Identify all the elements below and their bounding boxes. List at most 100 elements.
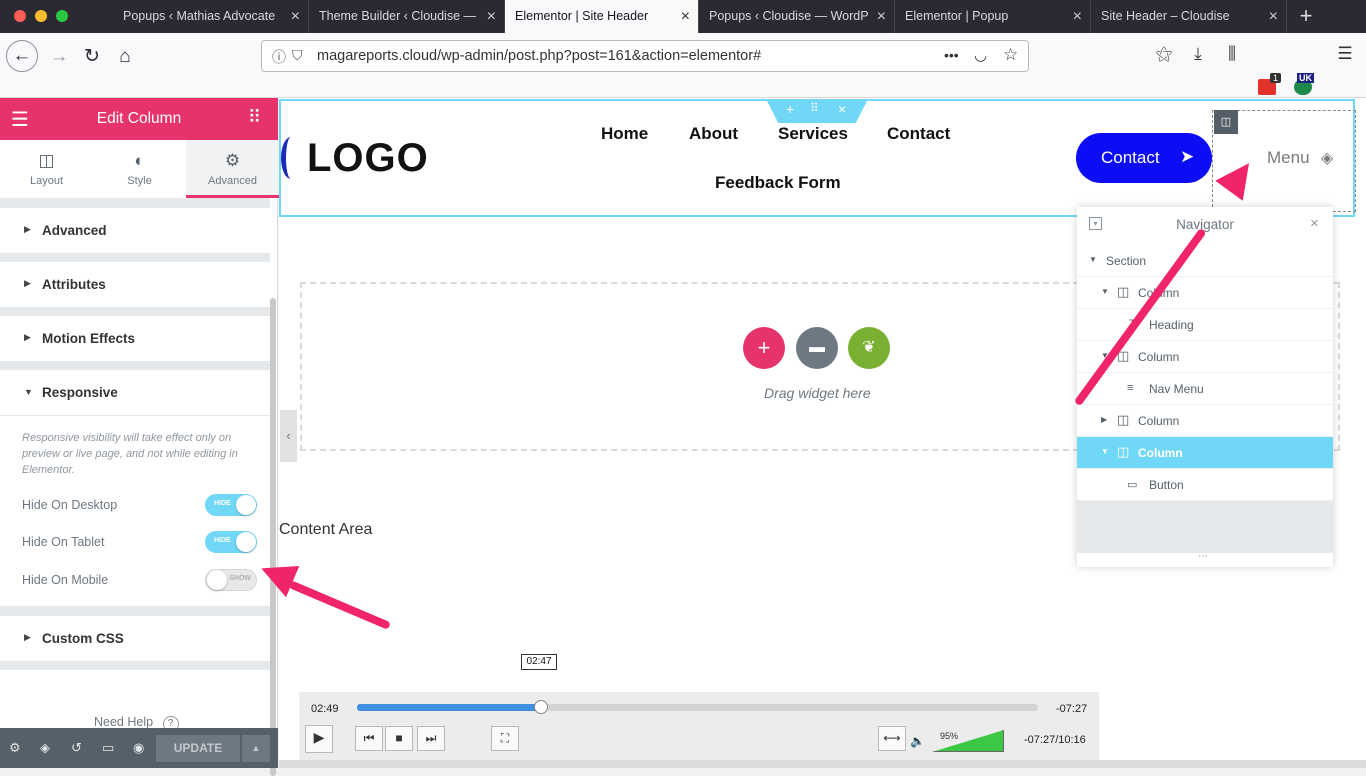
seek-tooltip: 02:47 <box>521 654 557 670</box>
section-motion-effects[interactable]: ▶ Motion Effects <box>0 316 270 362</box>
update-button[interactable]: UPDATE <box>156 735 240 762</box>
url-bar[interactable]: ⓘ ⛉ magareports.cloud/wp-admin/post.php?… <box>261 40 1029 72</box>
browser-tab-active[interactable]: Elementor | Site Header × <box>505 0 699 33</box>
column-icon: ◫ <box>1117 412 1130 427</box>
navigator-item-column[interactable]: ▶ ◫ Column <box>1077 405 1333 437</box>
minimize-window-icon[interactable] <box>35 10 47 22</box>
nav-link-services[interactable]: Services <box>778 124 848 144</box>
back-arrow-icon[interactable]: ← <box>6 40 38 72</box>
maximize-window-icon[interactable] <box>56 10 68 22</box>
reading-list-icon[interactable]: ⚝ <box>1152 44 1176 64</box>
envato-leaf-icon[interactable]: ❦ <box>848 327 890 369</box>
volume-icon[interactable]: 🔈 <box>910 734 925 748</box>
nav-link-about[interactable]: About <box>689 124 738 144</box>
skip-forward-icon[interactable]: ⏭ <box>417 726 445 751</box>
menu-toggle-label[interactable]: Menu <box>1267 148 1310 168</box>
seek-bar-knob[interactable] <box>534 700 548 714</box>
close-icon[interactable]: × <box>877 0 886 33</box>
library-icon[interactable]: ⫼ <box>1220 44 1244 64</box>
section-responsive[interactable]: ▼ Responsive <box>0 370 270 416</box>
settings-gear-icon[interactable]: ⚙ <box>9 740 21 756</box>
navigator-item-nav-menu[interactable]: ≡ Nav Menu <box>1077 373 1333 405</box>
navigator-item-column[interactable]: ▼ ◫ Column <box>1077 277 1333 309</box>
close-icon[interactable]: × <box>1073 0 1082 33</box>
panel-title: Edit Column <box>96 110 182 127</box>
layers-icon[interactable]: ◈ <box>1321 148 1333 168</box>
column-handle-icon[interactable]: ◫ <box>1214 110 1238 134</box>
play-icon[interactable]: ▶ <box>305 725 333 753</box>
browser-tab[interactable]: Theme Builder ‹ Cloudise — × <box>309 0 505 33</box>
contact-button[interactable]: Contact ➤ <box>1076 133 1212 183</box>
resize-handle-icon[interactable]: ⋯ <box>1198 551 1208 562</box>
horizontal-scrollbar[interactable] <box>279 760 1366 768</box>
nav-link-contact[interactable]: Contact <box>887 124 950 144</box>
fit-width-icon[interactable]: ⟷ <box>878 726 906 751</box>
section-handle[interactable]: + ⠿ × <box>766 99 868 123</box>
caret-right-icon: ▶ <box>1101 415 1108 424</box>
navigator-panel: ▾ Navigator × ▼ Section ▼ ◫ Column T Hea… <box>1077 207 1333 567</box>
hide-desktop-switch[interactable]: HIDE <box>205 494 257 516</box>
close-window-icon[interactable] <box>14 10 26 22</box>
browser-tab[interactable]: Site Header – Cloudise × <box>1091 0 1287 33</box>
reload-icon[interactable]: ↻ <box>77 42 107 72</box>
shield-icon[interactable]: ⛉ <box>292 47 303 64</box>
toggle-label: Hide On Mobile <box>22 573 109 587</box>
drag-handle-icon[interactable]: ⠿ <box>810 101 819 115</box>
caret-right-icon: ▶ <box>24 632 31 642</box>
info-icon[interactable]: ⓘ <box>272 47 286 67</box>
divider <box>0 606 270 616</box>
add-section-icon[interactable]: + <box>786 101 794 117</box>
elementor-panel: ☰ Edit Column ⠿ ◫ Layout ◐ Style ⚙ Advan… <box>0 98 279 776</box>
new-tab-icon[interactable]: + <box>1292 0 1320 33</box>
preview-eye-icon[interactable]: ◉ <box>133 740 144 756</box>
navigator-item-button[interactable]: ▭ Button <box>1077 469 1333 501</box>
nav-link-home[interactable]: Home <box>601 124 648 144</box>
stop-icon[interactable]: ■ <box>385 726 413 751</box>
button-icon: ▭ <box>1127 479 1138 491</box>
hide-mobile-switch[interactable]: SHOW <box>205 569 257 591</box>
tab-layout[interactable]: ◫ Layout <box>0 140 93 198</box>
update-options-caret-icon[interactable]: ▲ <box>242 735 270 762</box>
url-text[interactable]: magareports.cloud/wp-admin/post.php?post… <box>317 48 761 64</box>
navigator-item-column-selected[interactable]: ▼ ◫ Column <box>1077 437 1333 469</box>
download-icon[interactable]: ⤓ <box>1186 44 1210 64</box>
collapse-panel-chevron-icon[interactable]: ‹ <box>280 410 297 462</box>
close-icon[interactable]: × <box>487 0 496 33</box>
close-icon[interactable]: × <box>291 0 300 33</box>
bookmark-star-icon[interactable]: ☆ <box>1003 45 1018 65</box>
section-attributes[interactable]: ▶ Attributes <box>0 262 270 308</box>
history-icon[interactable]: ↺ <box>71 740 82 756</box>
hamburger-menu-icon[interactable]: ☰ <box>1333 44 1357 64</box>
section-advanced[interactable]: ▶ Advanced <box>0 208 270 254</box>
panel-scrollbar[interactable] <box>270 298 276 776</box>
nav-link-feedback-form[interactable]: Feedback Form <box>715 173 841 193</box>
close-icon[interactable]: × <box>681 0 690 33</box>
tab-label: Theme Builder ‹ Cloudise — <box>319 9 477 23</box>
fullscreen-icon[interactable]: ⛶ <box>491 726 519 751</box>
home-icon[interactable]: ⌂ <box>110 42 140 72</box>
section-custom-css[interactable]: ▶ Custom CSS <box>0 616 270 662</box>
close-icon[interactable]: × <box>1269 0 1278 33</box>
tab-advanced[interactable]: ⚙ Advanced <box>186 140 279 198</box>
extension-badge: UK <box>1297 73 1314 83</box>
browser-tab[interactable]: Popups ‹ Mathias Advocate × <box>113 0 309 33</box>
pocket-icon[interactable]: ◡ <box>974 46 987 64</box>
responsive-desktop-icon[interactable]: ▭ <box>102 740 114 756</box>
page-actions-icon[interactable]: ••• <box>944 47 959 63</box>
forward-arrow-icon[interactable]: → <box>44 42 74 72</box>
skip-back-icon[interactable]: ⏮ <box>355 726 383 751</box>
navigator-item-heading[interactable]: T Heading <box>1077 309 1333 341</box>
layers-icon[interactable]: ◈ <box>40 740 50 756</box>
add-template-folder-icon[interactable]: ▬ <box>796 327 838 369</box>
section-label: Custom CSS <box>42 631 124 646</box>
close-icon[interactable]: × <box>1310 215 1319 232</box>
tab-style[interactable]: ◐ Style <box>93 140 186 198</box>
site-logo[interactable]: LOGO <box>307 136 429 181</box>
widgets-grid-icon[interactable]: ⠿ <box>248 107 261 128</box>
hide-tablet-switch[interactable]: HIDE <box>205 531 257 553</box>
add-new-section-button[interactable]: + <box>743 327 785 369</box>
navigator-item-section[interactable]: ▼ Section <box>1077 245 1333 277</box>
delete-section-icon[interactable]: × <box>838 101 846 117</box>
browser-tab[interactable]: Popups ‹ Cloudise — WordP × <box>699 0 895 33</box>
browser-tab[interactable]: Elementor | Popup × <box>895 0 1091 33</box>
